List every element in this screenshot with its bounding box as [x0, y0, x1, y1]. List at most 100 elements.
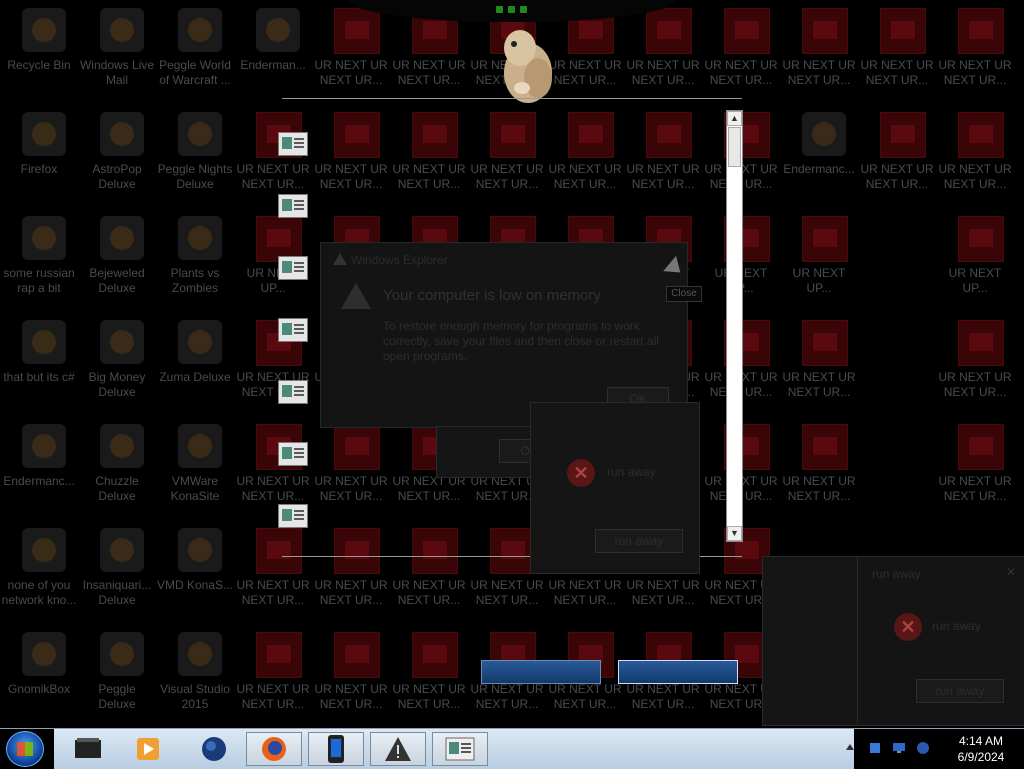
warning-icon [341, 283, 371, 309]
desktop-icon[interactable]: Firefox [0, 104, 78, 208]
desktop-icon-label: that but its c# [3, 370, 75, 384]
desktop-icon[interactable]: UR NEXT UR NEXT UR... [936, 312, 1014, 416]
desktop-icon-label: GnomikBox [7, 682, 71, 696]
desktop-icon[interactable]: Enderman... [234, 0, 312, 104]
desktop-icon-label: UR NEXT UR NEXT UR... [782, 474, 856, 503]
scroll-down-arrow-icon[interactable]: ▼ [727, 526, 742, 541]
error-icon: ✕ [894, 613, 922, 641]
taskbar-app-firefox[interactable] [246, 732, 302, 766]
desktop-icon-label: UR NEXT UR NEXT UR... [548, 578, 622, 607]
run-away-button[interactable]: run away [595, 529, 683, 553]
app-icon [100, 632, 144, 676]
desktop-icon-label: UR NEXT UR NEXT UR... [392, 58, 466, 87]
warning-image-icon [958, 424, 1004, 470]
desktop-icon-label: UR NEXT UR NEXT UR... [704, 58, 778, 87]
phone-icon [328, 735, 344, 763]
desktop-icon[interactable]: UR NEXT UR NEXT UR... [312, 0, 390, 104]
taskbar-app-globe[interactable] [186, 732, 242, 766]
program-icon[interactable] [278, 256, 308, 280]
desktop-icon-label: UR NEXT UR NEXT UR... [314, 682, 388, 711]
monitor-icon[interactable] [892, 741, 906, 755]
desktop-icon[interactable]: AstroPop Deluxe [78, 104, 156, 208]
desktop-icon[interactable]: Endermanc... [780, 104, 858, 208]
scroll-up-arrow-icon[interactable]: ▲ [727, 111, 742, 126]
program-icon[interactable] [278, 194, 308, 218]
speaker-icon[interactable] [916, 741, 930, 755]
desktop-icon[interactable]: UR NEXT UR NEXT UR... [780, 0, 858, 104]
desktop-icon-label: UR NEXT UR NEXT UR... [860, 162, 934, 191]
dialog-title: run away [872, 567, 921, 581]
app-icon [178, 216, 222, 260]
error-message: run away [607, 465, 656, 479]
desktop-icon-label: Visual Studio 2015 [160, 682, 230, 711]
desktop-icon[interactable]: Peggle World of Warcraft ... [156, 0, 234, 104]
blue-button-focused[interactable] [618, 660, 738, 684]
program-icon[interactable] [278, 442, 308, 466]
program-icon[interactable] [278, 132, 308, 156]
desktop-icon-label: Plants vs Zombies [170, 266, 220, 295]
desktop-icon[interactable]: Plants vs Zombies [156, 208, 234, 312]
program-icon [445, 737, 475, 761]
desktop-icon[interactable]: some russian rap a bit [0, 208, 78, 312]
desktop-icon-label: UR NEXT UR NEXT UR... [392, 682, 466, 711]
desktop-icon[interactable]: UR NEXT UR NEXT UR... [858, 104, 936, 208]
show-hidden-icons-icon[interactable] [846, 744, 854, 750]
desktop-icon[interactable]: UR NEXT UR NEXT UR... [312, 624, 390, 728]
taskbar-app-media-player[interactable] [120, 732, 176, 766]
desktop-icon[interactable]: UR NEXT UP... [780, 208, 858, 312]
warning-image-icon [334, 632, 380, 678]
desktop-icon[interactable]: UR NEXT UP... [936, 208, 1014, 312]
desktop-icon[interactable]: UR NEXT UR NEXT UR... [936, 416, 1014, 520]
clock[interactable]: 4:14 AM 6/9/2024 [946, 733, 1016, 765]
desktop-icon[interactable]: Zuma Deluxe [156, 312, 234, 416]
desktop-icon-label: none of you network kno... [1, 578, 77, 607]
desktop-icon[interactable]: Recycle Bin [0, 0, 78, 104]
desktop-icon[interactable]: Peggle Nights Deluxe [156, 104, 234, 208]
desktop-icon[interactable]: UR NEXT UR NEXT UR... [702, 0, 780, 104]
desktop-icon[interactable]: none of you network kno... [0, 520, 78, 624]
desktop-icon-label: Windows Live Mail [79, 58, 155, 87]
app-icon [178, 424, 222, 468]
desktop-icon[interactable]: VMWare KonaSite [156, 416, 234, 520]
taskbar-app-terminal[interactable] [60, 732, 116, 766]
network-icon[interactable] [868, 741, 882, 755]
taskbar-app-warning[interactable] [370, 732, 426, 766]
desktop-icon[interactable]: that but its c# [0, 312, 78, 416]
desktop-icon[interactable]: Big Money Deluxe [78, 312, 156, 416]
scroll-thumb[interactable] [728, 127, 741, 167]
vertical-scrollbar[interactable]: ▲ ▼ [726, 110, 743, 542]
desktop-icon[interactable]: UR NEXT UR NEXT UR... [390, 624, 468, 728]
desktop-icon[interactable]: Windows Live Mail [78, 0, 156, 104]
desktop-icon[interactable]: UR NEXT UR NEXT UR... [858, 0, 936, 104]
desktop-icon[interactable]: UR NEXT UR NEXT UR... [234, 624, 312, 728]
desktop-icon-label: Enderman... [240, 58, 306, 72]
desktop-icon[interactable]: UR NEXT UR NEXT UR... [624, 0, 702, 104]
desktop-icon[interactable]: Endermanc... [0, 416, 78, 520]
program-icon[interactable] [278, 504, 308, 528]
run-away-button[interactable]: run away [916, 679, 1004, 703]
blue-button[interactable] [481, 660, 601, 684]
desktop-icon-label: UR NEXT UR NEXT UR... [938, 162, 1012, 191]
desktop-icon-label: UR NEXT UR NEXT UR... [782, 370, 856, 399]
taskbar-app-program[interactable] [432, 732, 488, 766]
start-button[interactable] [6, 731, 44, 767]
desktop-icon[interactable]: Chuzzle Deluxe [78, 416, 156, 520]
desktop-icon[interactable]: GnomikBox [0, 624, 78, 728]
desktop-icon[interactable]: Peggle Deluxe [78, 624, 156, 728]
desktop-icon-label: UR NEXT UR NEXT UR... [860, 58, 934, 87]
desktop-icon[interactable]: UR NEXT UR NEXT UR... [936, 104, 1014, 208]
app-icon [802, 112, 846, 156]
indicator-dot [520, 6, 527, 13]
program-icon[interactable] [278, 318, 308, 342]
taskbar-app-phone[interactable] [308, 732, 364, 766]
desktop-icon[interactable]: UR NEXT UR NEXT UR... [936, 0, 1014, 104]
desktop-icon[interactable]: UR NEXT UR NEXT UR... [780, 312, 858, 416]
desktop-icon-label: UR NEXT UP... [948, 266, 1002, 295]
desktop-icon[interactable]: Insaniquari... Deluxe [78, 520, 156, 624]
desktop-icon[interactable]: Visual Studio 2015 [156, 624, 234, 728]
desktop-icon[interactable]: Bejeweled Deluxe [78, 208, 156, 312]
desktop-icon[interactable]: UR NEXT UR NEXT UR... [780, 416, 858, 520]
desktop-icon[interactable]: VMD KonaS... [156, 520, 234, 624]
program-icon[interactable] [278, 380, 308, 404]
close-icon[interactable]: ✕ [1006, 565, 1016, 579]
